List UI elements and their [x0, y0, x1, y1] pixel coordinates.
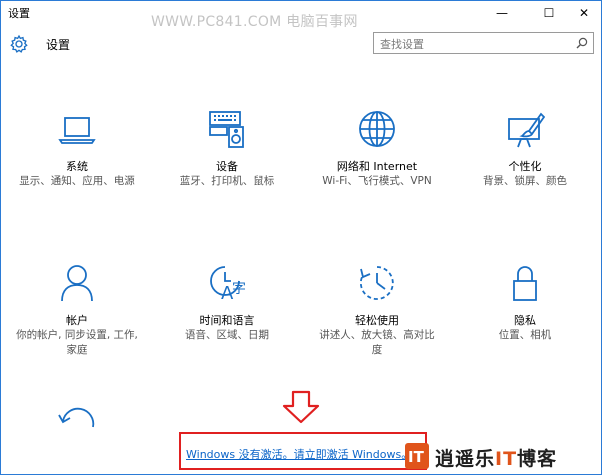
gear-icon [10, 34, 28, 53]
tile-accounts-label: 帐户 [66, 314, 88, 327]
tile-ease-of-access[interactable]: 轻松使用 讲述人、放大镜、高对比度 [311, 263, 443, 358]
logo-text-a: 逍遥乐 [435, 448, 496, 470]
devices-icon [209, 111, 244, 148]
svg-text:字: 字 [232, 281, 246, 297]
close-button[interactable]: ✕ [567, 1, 601, 25]
window-title: 设置 [8, 7, 30, 20]
tile-ease-of-access-label: 轻松使用 [355, 314, 399, 327]
tile-system[interactable]: 系统 显示、通知、应用、电源 [11, 109, 143, 189]
site-logo: IT 逍遥乐IT博客 [405, 441, 601, 473]
arrow-down-icon [282, 390, 320, 424]
tile-devices[interactable]: 设备 蓝牙、打印机、鼠标 [161, 109, 293, 189]
search-box[interactable] [373, 32, 594, 55]
activate-windows-link[interactable]: Windows 没有激活。请立即激活 Windows。 [186, 446, 412, 462]
tile-network-label: 网络和 Internet [336, 160, 418, 173]
watermark-text: WWW.PC841.COM 电脑百事网 [151, 14, 358, 30]
tile-system-label: 系统 [66, 160, 88, 173]
title-bar: 设置 WWW.PC841.COM 电脑百事网 — ☐ ✕ [1, 1, 601, 30]
logo-text-it: IT [495, 448, 518, 470]
tile-ease-of-access-desc: 讲述人、放大镜、高对比度 [319, 329, 435, 356]
laptop-icon [58, 117, 96, 144]
settings-window: 设置 WWW.PC841.COM 电脑百事网 — ☐ ✕ 设置 系统 显示、通知… [0, 0, 602, 475]
tile-time-language-desc: 语音、区域、日期 [185, 329, 269, 341]
search-icon[interactable] [576, 37, 588, 49]
it-logo-icon: IT [405, 443, 429, 469]
tile-personalization-label: 个性化 [508, 160, 542, 173]
logo-text: 逍遥乐IT博客 [435, 444, 557, 471]
tile-privacy-label: 隐私 [514, 314, 536, 327]
tile-time-language[interactable]: A 字 时间和语言 语音、区域、日期 [161, 263, 293, 343]
maximize-button[interactable]: ☐ [532, 1, 566, 25]
tile-privacy-desc: 位置、相机 [498, 329, 552, 341]
search-input[interactable] [374, 34, 564, 55]
logo-mark-text: IT [408, 448, 425, 466]
tile-network-desc: Wi-Fi、飞行模式、VPN [322, 175, 432, 187]
time-language-icon: A 字 [210, 266, 246, 303]
tile-personalization-desc: 背景、锁屏、颜色 [483, 175, 567, 187]
lock-icon [513, 266, 537, 301]
tile-devices-label: 设备 [216, 160, 238, 173]
update-security-icon[interactable] [57, 405, 99, 435]
minimize-button[interactable]: — [485, 1, 519, 25]
person-icon [61, 265, 93, 302]
page-title: 设置 [46, 38, 71, 52]
tile-privacy[interactable]: 隐私 位置、相机 [459, 263, 591, 343]
logo-text-b: 博客 [517, 448, 558, 470]
tile-accounts[interactable]: 帐户 你的帐户, 同步设置, 工作, 家庭 [11, 263, 143, 358]
paint-icon [508, 112, 545, 148]
tile-system-desc: 显示、通知、应用、电源 [19, 175, 135, 187]
tile-accounts-desc: 你的帐户, 同步设置, 工作, 家庭 [16, 329, 138, 356]
tile-devices-desc: 蓝牙、打印机、鼠标 [179, 175, 275, 187]
tile-network[interactable]: 网络和 Internet Wi-Fi、飞行模式、VPN [311, 109, 443, 189]
tile-personalization[interactable]: 个性化 背景、锁屏、颜色 [459, 109, 591, 189]
ease-of-access-icon [359, 266, 394, 300]
tile-time-language-label: 时间和语言 [199, 314, 255, 327]
globe-icon [359, 111, 395, 147]
